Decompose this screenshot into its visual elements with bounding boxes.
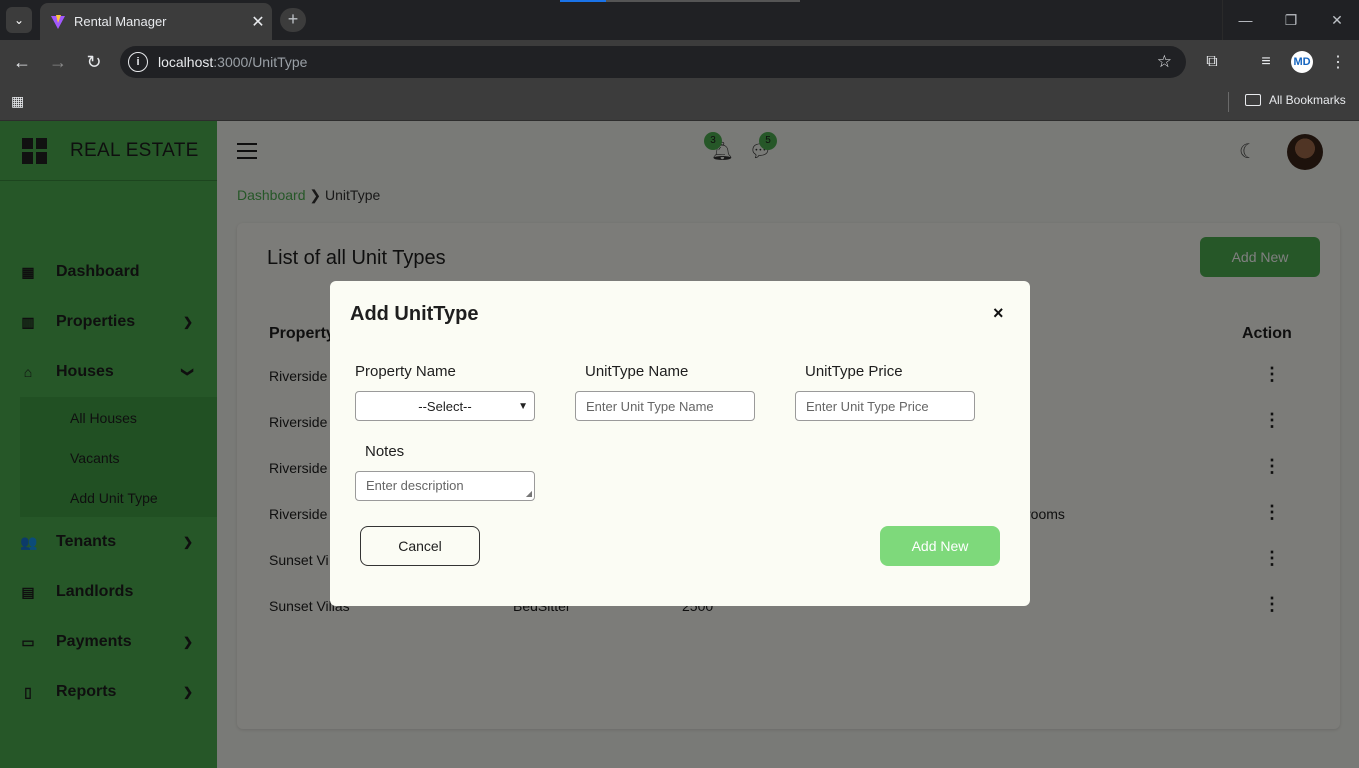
forward-icon[interactable]: → [46,50,70,74]
reload-icon[interactable]: ↻ [82,50,106,74]
property-name-label: Property Name [355,363,456,380]
browser-menu-icon[interactable]: ⋮ [1326,50,1350,74]
submit-add-new-button[interactable]: Add New [880,526,1000,566]
tab-search-chevron-icon[interactable]: ⌄ [6,7,32,33]
extensions-icon[interactable]: ⧉ [1200,50,1224,74]
chevron-down-icon: ▼ [518,400,528,412]
bookmark-star-icon[interactable]: ☆ [1157,52,1172,72]
notes-label: Notes [365,443,405,460]
property-name-select[interactable]: --Select-- ▼ [355,391,535,421]
close-tab-icon[interactable]: ✕ [244,12,272,32]
modal-title: Add UnitType [350,303,479,325]
minimize-icon[interactable]: — [1222,0,1268,40]
add-unittype-modal: Add UnitType × Property Name --Select-- … [330,281,1030,606]
close-icon[interactable]: × [993,303,1004,324]
unittype-name-label: UnitType Name [585,363,689,380]
bookmarks-divider [1228,92,1229,112]
restore-icon[interactable]: ❐ [1268,0,1314,40]
profile-icon[interactable]: MD [1290,50,1314,74]
browser-tab[interactable]: Rental Manager ✕ [40,3,272,40]
browser-tab-bar: ⌄ Rental Manager ✕ + — ❐ ✕ [0,0,1359,40]
cancel-button[interactable]: Cancel [360,526,480,566]
url-text: localhost:3000/UnitType [158,54,308,70]
media-control-icon[interactable]: ≡ [1254,50,1278,74]
apps-grid-icon[interactable]: ▦ [11,93,29,111]
address-bar[interactable]: i localhost:3000/UnitType ☆ [120,46,1186,78]
tab-title: Rental Manager [74,14,167,29]
notes-textarea[interactable]: Enter description ◢ [355,471,535,501]
site-info-icon[interactable]: i [128,52,148,72]
unittype-price-label: UnitType Price [805,363,903,380]
folder-icon [1245,94,1261,106]
resize-handle-icon[interactable]: ◢ [526,489,532,498]
browser-toolbar: ← → ↻ i localhost:3000/UnitType ☆ ⧉ ≡ MD… [0,40,1359,84]
vite-favicon-icon [51,14,65,29]
bookmarks-bar: ▦ All Bookmarks [0,84,1359,121]
unittype-name-input[interactable]: Enter Unit Type Name [575,391,755,421]
window-close-icon[interactable]: ✕ [1314,0,1359,40]
new-tab-button[interactable]: + [280,8,306,32]
back-icon[interactable]: ← [10,50,34,74]
all-bookmarks-button[interactable]: All Bookmarks [1245,93,1346,107]
loading-bar [560,0,800,2]
unittype-price-input[interactable]: Enter Unit Type Price [795,391,975,421]
